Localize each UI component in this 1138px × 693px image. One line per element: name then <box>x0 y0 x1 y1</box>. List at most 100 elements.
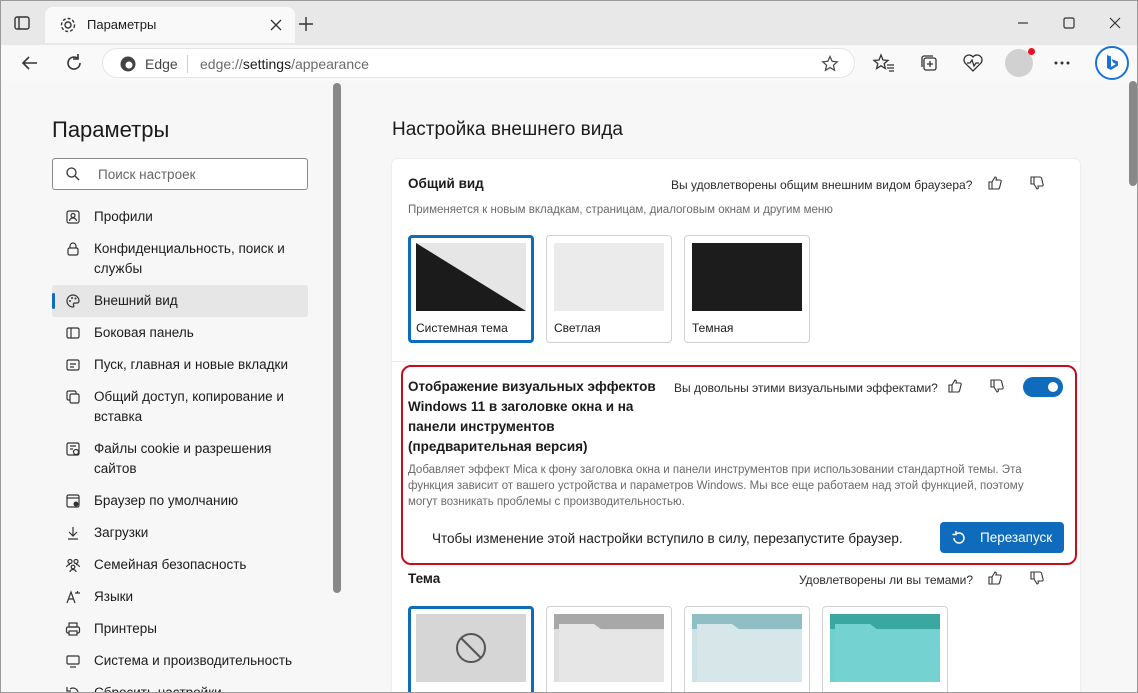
sidebar-item-profiles[interactable]: Профили <box>52 207 308 227</box>
sidebar-item-label: Внешний вид <box>94 293 178 308</box>
site-label: Edge <box>145 56 178 72</box>
browser-essentials-icon[interactable] <box>961 51 985 75</box>
sidebar-item-reset[interactable]: Сбросить настройки <box>52 683 308 692</box>
thumbs-down-icon[interactable] <box>989 378 1005 394</box>
theme-option-system[interactable]: Системная тема <box>408 235 534 343</box>
browser-icon <box>66 494 80 508</box>
download-icon <box>68 527 78 540</box>
sidebar-item-label: Файлы cookie и разрешения сайтов <box>94 441 272 476</box>
sidebar-item-sidebar[interactable]: Боковая панель <box>52 323 308 343</box>
sidebar-item-label: Боковая панель <box>94 325 194 340</box>
sidebar-item-printers[interactable]: Принтеры <box>52 619 308 639</box>
sidebar-item-downloads[interactable]: Загрузки <box>52 523 308 543</box>
mica-title-line: Отображение визуальных эффектов <box>408 379 656 394</box>
teal-theme-preview <box>830 614 940 682</box>
sidebar-item-label: Языки <box>94 589 134 604</box>
home-icon <box>66 359 80 371</box>
favorites-icon[interactable] <box>872 51 896 75</box>
theme-tile-teal[interactable] <box>822 606 948 692</box>
refresh-icon[interactable] <box>62 51 86 75</box>
thumbs-down-icon[interactable] <box>1029 175 1045 191</box>
mica-feedback-question: Вы довольны этими визуальными эффектами? <box>674 381 938 395</box>
gray-theme-preview <box>554 614 664 682</box>
light-theme-preview <box>554 243 664 311</box>
theme-tile-none[interactable] <box>408 606 534 692</box>
share-icon <box>66 390 80 404</box>
main-scrollbar[interactable] <box>1129 81 1137 186</box>
general-feedback-question: Вы удовлетворены общим внешним видом бра… <box>671 178 973 192</box>
theme-option-light[interactable]: Светлая <box>546 235 672 343</box>
thumbs-up-icon[interactable] <box>947 378 963 394</box>
content-area: Параметры Поиск настроек Профили Конфиде… <box>1 81 1137 692</box>
theme-option-dark[interactable]: Темная <box>684 235 810 343</box>
no-theme-icon <box>416 614 526 682</box>
sidebar-item-family[interactable]: Семейная безопасность <box>52 555 308 575</box>
restart-button[interactable]: Перезапуск <box>940 522 1064 553</box>
thumbs-up-icon[interactable] <box>987 175 1003 191</box>
sidebar-icon <box>66 327 80 339</box>
sidebar-item-cookies[interactable]: Файлы cookie и разрешения сайтов <box>52 439 308 479</box>
thumbs-up-icon[interactable] <box>987 570 1003 586</box>
language-icon <box>66 590 80 604</box>
close-window-icon[interactable] <box>1105 13 1125 33</box>
sidebar-scrollbar[interactable] <box>333 83 341 593</box>
tab-title: Параметры <box>87 17 157 32</box>
theme-option-label: Темная <box>692 321 734 335</box>
page-title: Настройка внешнего вида <box>392 119 623 140</box>
toolbar: Edge edge://settings/appearance <box>1 45 1137 81</box>
sidebar-item-label: Профили <box>94 209 153 224</box>
theme-tile-gray[interactable] <box>546 606 672 692</box>
reset-icon <box>66 687 79 692</box>
profile-avatar[interactable] <box>1005 48 1035 77</box>
theme-option-label: Светлая <box>554 321 601 335</box>
light-teal-theme-preview <box>692 614 802 682</box>
minimize-icon[interactable] <box>1013 13 1033 33</box>
address-bar[interactable]: Edge edge://settings/appearance <box>102 48 855 78</box>
sidebar-item-privacy[interactable]: Конфиденциальность, поиск и службы <box>52 239 308 279</box>
sidebar-item-label: Принтеры <box>94 621 157 636</box>
restart-icon <box>952 531 965 544</box>
general-section-title: Общий вид <box>408 176 484 191</box>
settings-sidebar: Параметры Поиск настроек Профили Конфиде… <box>1 81 341 692</box>
sidebar-item-label: Общий доступ, копирование и вставка <box>94 389 284 424</box>
sidebar-item-appearance[interactable]: Внешний вид <box>52 285 308 317</box>
sidebar-item-default-browser[interactable]: Браузер по умолчанию <box>52 491 308 511</box>
sidebar-item-label: Пуск, главная и новые вкладки <box>94 357 288 372</box>
back-icon[interactable] <box>18 51 42 75</box>
bing-icon <box>1107 55 1118 70</box>
tab-bar: Параметры <box>1 1 1137 45</box>
sidebar-item-label: Сбросить настройки <box>94 683 308 692</box>
collections-icon[interactable] <box>917 51 941 75</box>
mica-title-line: (предварительная версия) <box>408 439 588 454</box>
sidebar-item-languages[interactable]: Языки <box>52 587 308 607</box>
bing-chat-button[interactable] <box>1095 46 1129 80</box>
profile-icon <box>66 210 80 224</box>
more-menu-icon[interactable] <box>1050 51 1074 75</box>
sidebar-item-system[interactable]: Система и производительность <box>52 651 308 671</box>
lock-icon <box>67 242 79 256</box>
mica-toggle[interactable] <box>1023 377 1063 397</box>
tab-settings[interactable]: Параметры <box>45 7 295 43</box>
new-tab-icon[interactable] <box>297 15 315 33</box>
thumbs-down-icon[interactable] <box>1029 570 1045 586</box>
maximize-icon[interactable] <box>1059 13 1079 33</box>
favorite-star-icon[interactable] <box>820 54 840 74</box>
general-description: Применяется к новым вкладкам, страницам,… <box>408 204 833 216</box>
theme-tile-light-teal[interactable] <box>684 606 810 692</box>
system-icon <box>66 655 80 668</box>
printer-icon <box>65 622 81 636</box>
palette-icon <box>66 294 80 308</box>
mica-description-line: Добавляет эффект Mica к фону заголовка о… <box>408 464 1022 476</box>
close-tab-icon[interactable] <box>267 16 285 34</box>
search-placeholder: Поиск настроек <box>98 167 196 182</box>
url-text[interactable]: edge://settings/appearance <box>200 56 369 72</box>
tab-actions-icon[interactable] <box>13 14 31 32</box>
search-input[interactable]: Поиск настроек <box>52 158 308 190</box>
sidebar-item-share[interactable]: Общий доступ, копирование и вставка <box>52 387 308 427</box>
mica-title-line: панели инструментов <box>408 419 555 434</box>
sidebar-item-label: Браузер по умолчанию <box>94 493 239 508</box>
restart-note: Чтобы изменение этой настройки вступило … <box>432 531 903 546</box>
restart-button-label: Перезапуск <box>980 530 1053 545</box>
sidebar-item-start-home[interactable]: Пуск, главная и новые вкладки <box>52 355 308 375</box>
gear-icon <box>60 17 76 33</box>
